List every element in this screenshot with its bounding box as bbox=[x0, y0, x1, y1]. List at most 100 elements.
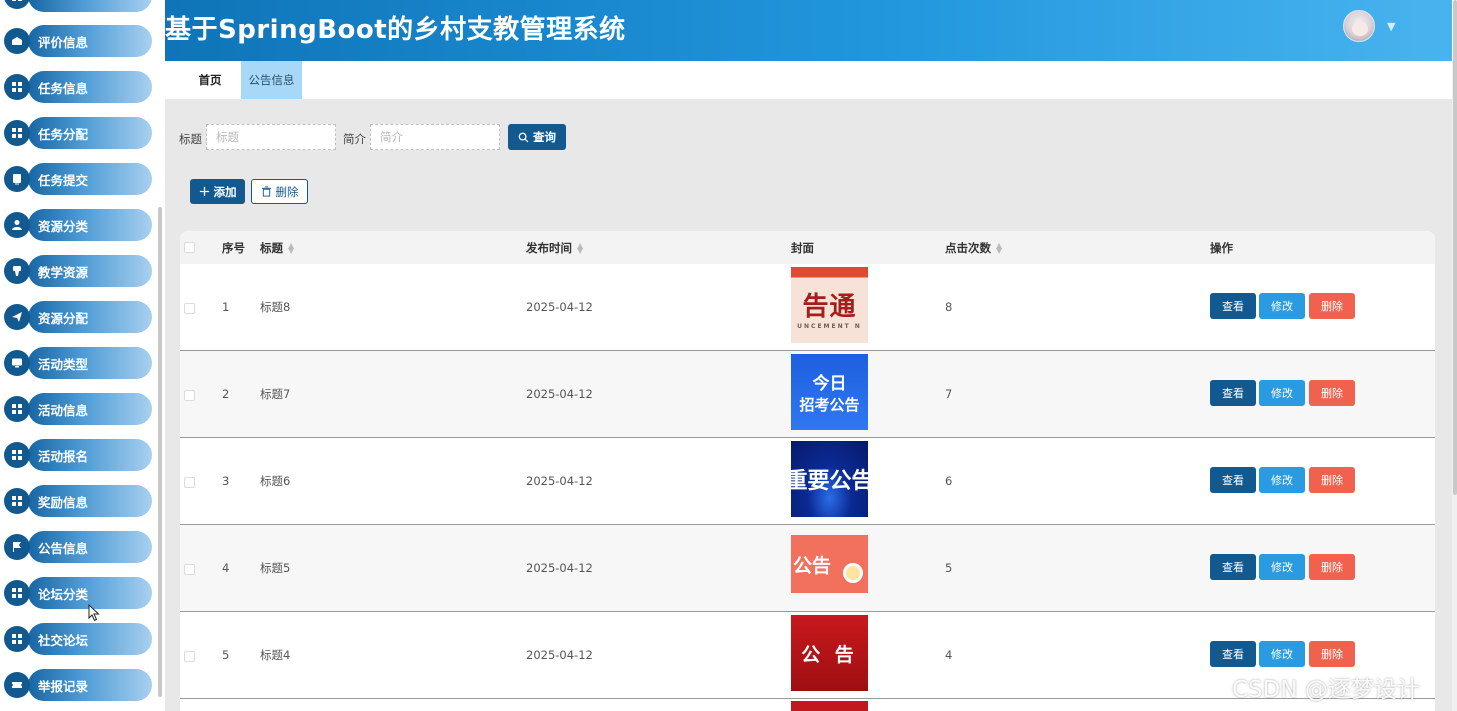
sidebar-item[interactable]: 论坛分类 bbox=[2, 577, 152, 609]
cell-clicks: 5 bbox=[945, 561, 953, 575]
sidebar-item-label: 奖励信息 bbox=[28, 485, 152, 517]
search-button[interactable]: 查询 bbox=[508, 124, 566, 150]
row-checkbox[interactable] bbox=[184, 303, 195, 314]
sidebar-item-label: 活动报名 bbox=[28, 439, 152, 471]
sidebar-item-label: 资源分类 bbox=[28, 209, 152, 241]
row-checkbox[interactable] bbox=[184, 564, 195, 575]
cell-clicks: 4 bbox=[945, 648, 953, 662]
col-ops-label: 操作 bbox=[1210, 240, 1233, 255]
sidebar-item[interactable]: 活动信息 bbox=[2, 393, 152, 425]
sidebar-scrollbar[interactable] bbox=[158, 207, 162, 697]
add-button[interactable]: 添加 bbox=[190, 179, 245, 204]
col-title[interactable]: 标题 ▲ ▼ bbox=[260, 231, 294, 264]
sort-icon[interactable]: ▲ ▼ bbox=[288, 241, 294, 254]
col-time-label: 发布时间 bbox=[526, 240, 572, 255]
edit-button[interactable]: 修改 bbox=[1259, 554, 1305, 580]
ticket-icon bbox=[4, 672, 30, 698]
plus-icon bbox=[199, 186, 209, 197]
main-content: 标题 简介 查询 添加 删除 序号 标题 ▲▼ 发布时间 ▲▼ 封面 点击次数 ▲▼ … bbox=[165, 99, 1452, 711]
sidebar-item-label: 举报记录 bbox=[28, 669, 152, 701]
search-icon bbox=[518, 132, 529, 142]
sidebar-item[interactable]: 资源分配 bbox=[2, 301, 152, 333]
delete-button[interactable]: 删除 bbox=[1309, 641, 1355, 667]
grid-icon bbox=[4, 626, 30, 652]
sidebar-item-label: 任务分配 bbox=[28, 117, 152, 149]
delete-button[interactable]: 删除 bbox=[1309, 380, 1355, 406]
page-scrollbar[interactable] bbox=[1453, 0, 1457, 495]
comment-icon bbox=[4, 28, 30, 54]
trash-icon bbox=[261, 186, 271, 197]
cover-subtext: UNCEMENT N bbox=[797, 323, 862, 330]
row-checkbox[interactable] bbox=[184, 651, 195, 662]
col-index-label: 序号 bbox=[222, 240, 245, 255]
magnifier-icon bbox=[843, 563, 863, 583]
user-icon bbox=[4, 212, 30, 238]
medal-icon bbox=[4, 258, 30, 284]
view-button[interactable]: 查看 bbox=[1210, 554, 1256, 580]
tab-notice[interactable]: 公告信息 bbox=[241, 61, 302, 99]
tab-home[interactable]: 首页 bbox=[185, 61, 235, 99]
edit-button[interactable]: 修改 bbox=[1259, 380, 1305, 406]
sidebar-item-label: 任务信息 bbox=[28, 71, 152, 103]
sidebar-item[interactable]: 任务提交 bbox=[2, 163, 152, 195]
sidebar-item[interactable]: 任务分配 bbox=[2, 117, 152, 149]
col-clicks-label: 点击次数 bbox=[945, 240, 991, 255]
cell-index: 1 bbox=[222, 300, 230, 314]
search-button-label: 查询 bbox=[533, 130, 556, 144]
col-clicks[interactable]: 点击次数 ▲ ▼ bbox=[945, 231, 1002, 264]
edit-button[interactable]: 修改 bbox=[1259, 467, 1305, 493]
watermark: CSDN @逐梦设计 bbox=[1232, 677, 1420, 703]
sort-icon[interactable]: ▲ ▼ bbox=[996, 241, 1002, 254]
intro-search-input[interactable] bbox=[370, 124, 500, 150]
cell-index: 3 bbox=[222, 474, 230, 488]
avatar[interactable] bbox=[1343, 10, 1375, 42]
sidebar-item[interactable]: 奖励信息 bbox=[2, 485, 152, 517]
sidebar-item[interactable]: 资源分类 bbox=[2, 209, 152, 241]
sidebar-item-label: 资源分配 bbox=[28, 301, 152, 333]
delete-button[interactable]: 删除 bbox=[1309, 293, 1355, 319]
monitor-icon bbox=[4, 350, 30, 376]
sidebar-item-partial[interactable] bbox=[2, 0, 152, 12]
cell-title: 标题6 bbox=[260, 474, 291, 488]
sidebar-item[interactable]: 评价信息 bbox=[2, 25, 152, 57]
edit-button[interactable]: 修改 bbox=[1259, 293, 1305, 319]
cell-title: 标题7 bbox=[260, 387, 291, 401]
col-time[interactable]: 发布时间 ▲ ▼ bbox=[526, 231, 583, 264]
sidebar-item[interactable]: 公告信息 bbox=[2, 531, 152, 563]
sidebar-item[interactable]: 举报记录 bbox=[2, 669, 152, 701]
sidebar-item[interactable]: 教学资源 bbox=[2, 255, 152, 287]
title-search-input[interactable] bbox=[206, 124, 336, 150]
view-button[interactable]: 查看 bbox=[1210, 293, 1256, 319]
sidebar-item[interactable]: 社交论坛 bbox=[2, 623, 152, 655]
sort-icon[interactable]: ▲ ▼ bbox=[577, 241, 583, 254]
batch-delete-button[interactable]: 删除 bbox=[251, 179, 308, 204]
delete-button[interactable]: 删除 bbox=[1309, 467, 1355, 493]
intro-label: 简介 bbox=[343, 132, 366, 146]
view-button[interactable]: 查看 bbox=[1210, 380, 1256, 406]
sidebar-item-label: 任务提交 bbox=[28, 163, 152, 195]
cell-time: 2025-04-12 bbox=[526, 648, 593, 662]
app-title: 基于SpringBoot的乡村支教管理系统 bbox=[165, 15, 626, 45]
sidebar-item-label: 活动信息 bbox=[28, 393, 152, 425]
caret-down-icon[interactable]: ▼ bbox=[1387, 20, 1395, 33]
sidebar-item[interactable]: 任务信息 bbox=[2, 71, 152, 103]
view-button[interactable]: 查看 bbox=[1210, 467, 1256, 493]
cover-subtext: 招考公告 bbox=[799, 396, 860, 414]
sidebar-item-label: 公告信息 bbox=[28, 531, 152, 563]
cell-title: 标题5 bbox=[260, 561, 291, 575]
select-all-checkbox[interactable] bbox=[184, 242, 195, 253]
grid-icon bbox=[4, 488, 30, 514]
delete-button[interactable]: 删除 bbox=[1309, 554, 1355, 580]
edit-button[interactable]: 修改 bbox=[1259, 641, 1305, 667]
row-checkbox[interactable] bbox=[184, 477, 195, 488]
cover-image-partial bbox=[791, 701, 868, 711]
view-button[interactable]: 查看 bbox=[1210, 641, 1256, 667]
cover-image: 公 告 bbox=[791, 615, 868, 691]
row-checkbox[interactable] bbox=[184, 390, 195, 401]
sidebar-item[interactable]: 活动报名 bbox=[2, 439, 152, 471]
cell-time: 2025-04-12 bbox=[526, 300, 593, 314]
table-row: 1 标题8 2025-04-12 告通 UNCEMENT N 8 查看 修改 删除 bbox=[180, 264, 1435, 351]
grid-icon bbox=[4, 580, 30, 606]
table-header: 序号 标题 ▲ ▼ 发布时间 ▲ ▼ 封面 点击次数 ▲ ▼ 操作 bbox=[180, 231, 1435, 264]
sidebar-item[interactable]: 活动类型 bbox=[2, 347, 152, 379]
